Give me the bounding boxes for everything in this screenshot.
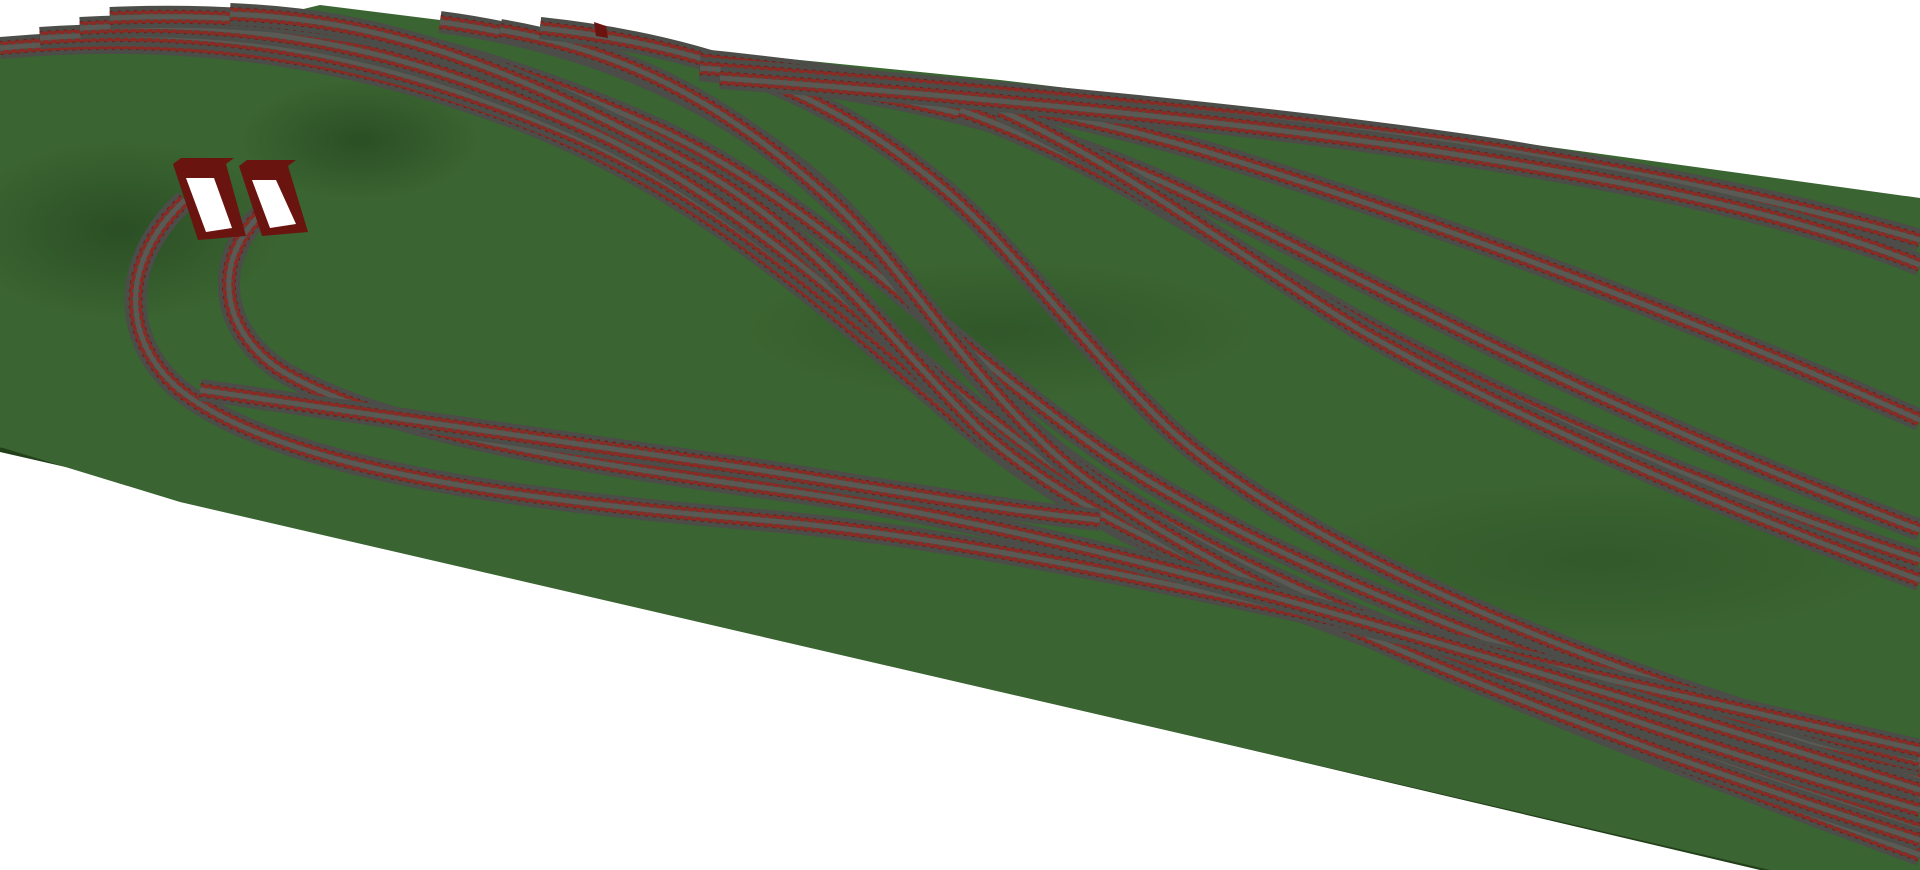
tunnel-portal-marker [594, 22, 608, 38]
3d-viewport[interactable] [0, 0, 1920, 870]
layout-scene [0, 3, 1920, 870]
